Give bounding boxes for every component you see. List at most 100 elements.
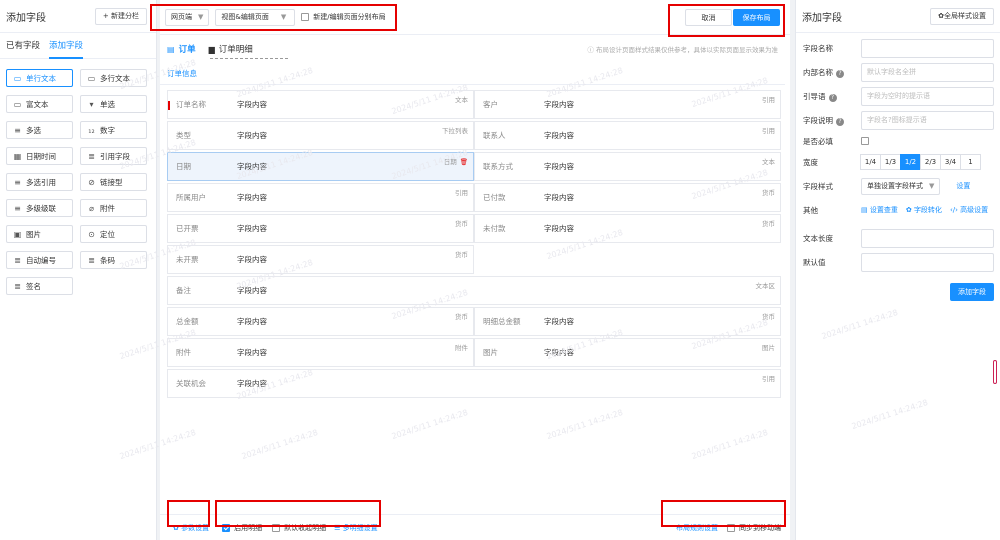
param-settings-label: 参数设置 [181,523,210,532]
form-field-cell[interactable]: 附件 字段内容 附件 [167,338,474,367]
field-type-item[interactable]: ▭ 单行文本 [6,69,73,87]
field-type-label: 条码 [100,255,115,265]
field-type-item[interactable]: ▦ 日期时间 [6,147,73,165]
form-field-cell[interactable]: 日期 字段内容 日期 🗑 [167,152,474,181]
prop-width: 宽度 1/4 1/3 1/2 2/3 3/4 1 [796,151,1000,173]
field-type-item[interactable]: ≣ 签名 [6,277,73,295]
form-field-cell[interactable]: 未开票 字段内容 货币 [167,245,474,274]
form-field-cell[interactable]: 已付款 字段内容 货币 [474,183,781,212]
field-type-item[interactable]: ≣ 自动编号 [6,251,73,269]
tab-order[interactable]: ▤ 订单 [167,35,196,63]
enable-detail-checkbox[interactable]: 启用明细 [222,523,262,533]
add-field-button[interactable]: 添加字段 [950,283,994,301]
view-select[interactable]: 视图&编辑页面 ▼ [215,8,296,26]
param-settings-link[interactable]: ✿ 参数设置 [173,523,209,533]
trash-icon[interactable]: 🗑 [460,158,468,166]
save-layout-button[interactable]: 保存布局 [733,9,780,26]
form-field-cell[interactable]: 图片 字段内容 图片 [474,338,781,367]
gear-icon: ✿ [905,206,914,214]
field-type-item[interactable]: ≣ 引用字段 [80,147,147,165]
width-option-1-2[interactable]: 1/2 [900,154,921,170]
field-type-item[interactable]: ≡ 多选 [6,121,73,139]
field-type-label: 链接型 [100,177,123,187]
form-field-cell[interactable]: 类型 字段内容 下拉列表 [167,121,474,150]
required-checkbox[interactable] [861,137,869,145]
default-value-input[interactable] [861,252,994,272]
form-field-cell[interactable]: 未付款 字段内容 货币 [474,214,781,243]
field-style-select[interactable]: 单独设置字段样式 ▼ [861,177,941,195]
field-type-item[interactable]: ≡ 多选引用 [6,173,73,191]
prop-label: 引导语? [803,91,861,102]
prop-label: 是否必填 [803,136,833,146]
width-option-2-3[interactable]: 2/3 [920,154,941,170]
number-icon: ₁₂ [88,125,95,135]
width-option-1[interactable]: 1 [960,154,981,170]
form-row: 日期 字段内容 日期 🗑 联系方式 字段内容 文本 [167,152,790,181]
form-field-cell[interactable]: 总金额 字段内容 货币 [167,307,474,336]
cancel-button[interactable]: 取消 [685,9,732,26]
tab-existing-fields[interactable]: 已有字段 [6,33,40,59]
dedup-settings-link[interactable]: ▤ 设置查重 [861,205,898,215]
field-type-item[interactable]: ⊘ 链接型 [80,173,147,191]
field-type-item[interactable]: ▣ 图片 [6,225,73,243]
internal-name-input[interactable]: 默认字段名全拼 [861,62,994,82]
advanced-settings-link[interactable]: ‹/› 高级设置 [950,205,988,215]
form-field-label: 已开票 [176,224,199,233]
field-type-item[interactable]: ▭ 富文本 [6,95,73,113]
global-style-button[interactable]: ✿ 全局样式设置 [930,7,994,25]
form-row: 订单名称 字段内容 文本 客户 字段内容 引用 [167,90,790,119]
form-field-label: 关联机会 [176,379,206,388]
field-type-item[interactable]: ▾ 单选 [80,95,147,113]
dedup-settings-label: 设置查重 [869,206,898,214]
field-type-item[interactable]: ⌀ 附件 [80,199,147,217]
form-field-cell[interactable]: 联系方式 字段内容 文本 [474,152,781,181]
form-field-cell[interactable]: 关联机会 字段内容 引用 [167,369,781,398]
field-palette-panel: 添加字段 + 新建分栏 已有字段 添加字段 ▭ 单行文本 ▭ 多行文本 ▭ 富文本 ▾ 单选 ≡… [0,0,157,540]
form-row: 附件 字段内容 附件 图片 字段内容 图片 [167,338,790,367]
width-option-1-3[interactable]: 1/3 [880,154,901,170]
form-field-value: 字段内容 [544,131,574,140]
form-field-cell[interactable]: 订单名称 字段内容 文本 [167,90,474,119]
dropdown-icon: ▾ [89,99,94,109]
field-type-item[interactable]: ⊙ 定位 [80,225,147,243]
new-column-button[interactable]: + 新建分栏 [94,7,147,25]
layout-rule-settings-link[interactable]: 布局规则设置 [676,523,718,533]
scrollbar-handle[interactable] [993,360,997,384]
guide-input[interactable]: 字段为空时的提示语 [861,86,994,106]
style-settings-link[interactable]: 设置 [956,181,970,191]
section-title: 订单信息 [160,63,785,85]
prop-style: 字段样式 单独设置字段样式 ▼ 设置 [796,175,1000,197]
form-row: 未开票 字段内容 货币 [167,245,790,274]
field-type-tag: 引用 [455,187,468,197]
cascade-icon: ≡ [14,203,21,213]
form-field-cell[interactable]: 所属用户 字段内容 引用 [167,183,474,212]
form-field-cell[interactable]: 联系人 字段内容 引用 [474,121,781,150]
desc-input[interactable]: 字段名?图标提示语 [861,110,994,130]
field-type-tag-text: 引用 [455,189,468,197]
form-field-cell[interactable]: 客户 字段内容 引用 [474,90,781,119]
left-panel-header: 添加字段 + 新建分栏 [0,0,156,33]
field-type-item[interactable]: ≣ 条码 [80,251,147,269]
field-convert-link[interactable]: ✿ 字段转化 [906,205,942,215]
device-select-value: 网页端 [171,13,192,21]
split-layout-checkbox[interactable]: 新建/编辑页面分别布局 [301,12,386,22]
collapse-detail-checkbox[interactable]: 默认收起明细 [272,523,326,533]
field-type-item[interactable]: ₁₂ 数字 [80,121,147,139]
form-field-cell[interactable]: 明细总金额 字段内容 货币 [474,307,781,336]
layout-designer-panel: 网页端 ▼ 视图&编辑页面 ▼ 新建/编辑页面分别布局 取消 保存布局 ▤ 订单 ▆ 订… [150,0,790,540]
tab-add-fields[interactable]: 添加字段 [49,33,84,59]
enable-detail-label: 启用明细 [234,523,263,532]
field-name-input[interactable] [861,38,994,58]
device-select[interactable]: 网页端 ▼ [165,8,210,26]
form-field-cell[interactable]: 已开票 字段内容 货币 [167,214,474,243]
width-option-1-4[interactable]: 1/4 [860,154,881,170]
field-type-label: 多行文本 [100,73,130,83]
form-field-cell[interactable]: 备注 字段内容 文本区 [167,276,781,305]
sync-mobile-checkbox[interactable]: 同步到移动端 [727,523,781,533]
text-length-input[interactable] [861,228,994,248]
field-type-item[interactable]: ▭ 多行文本 [80,69,147,87]
field-type-tag-text: 货币 [762,189,775,197]
field-type-item[interactable]: ≡ 多级级联 [6,199,73,217]
width-option-3-4[interactable]: 3/4 [940,154,961,170]
multi-detail-settings-link[interactable]: ☰ 多明细设置 [334,523,378,533]
